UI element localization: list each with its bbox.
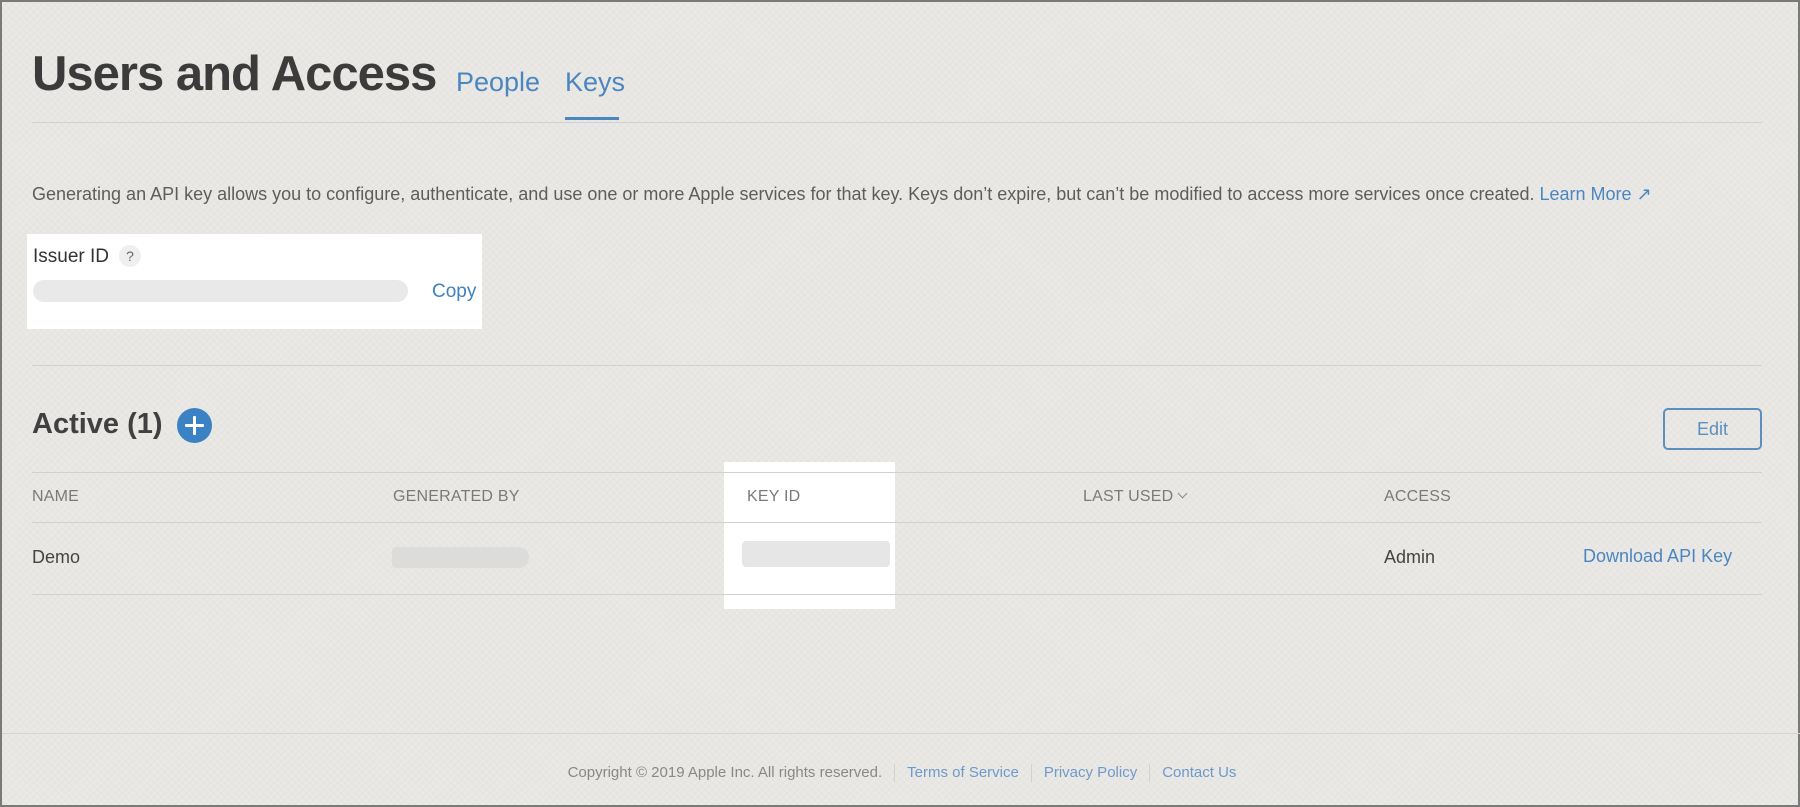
- row-name: Demo: [32, 547, 81, 567]
- table-top-divider: [32, 472, 1762, 473]
- section-divider: [32, 365, 1762, 366]
- learn-more-link[interactable]: Learn More ↗: [1540, 184, 1652, 204]
- row-access: Admin: [1384, 547, 1436, 567]
- table-bottom-divider: [32, 594, 1762, 595]
- column-header-last-used[interactable]: LAST USED: [1083, 488, 1188, 506]
- column-header-last-used-label: LAST USED: [1083, 488, 1174, 505]
- footer: Copyright © 2019 Apple Inc. All rights r…: [2, 764, 1800, 783]
- download-api-key-link[interactable]: Download API Key: [1583, 546, 1732, 567]
- footer-divider: [2, 733, 1800, 734]
- column-header-key-id: KEY ID: [747, 488, 801, 505]
- column-header-access: ACCESS: [1384, 488, 1451, 505]
- active-keys-heading: Active (1): [32, 408, 163, 440]
- key-id-column-highlight: [724, 462, 895, 609]
- copyright-text: Copyright © 2019 Apple Inc. All rights r…: [567, 764, 883, 781]
- active-tab-indicator: [565, 117, 619, 120]
- column-header-generated-by: GENERATED BY: [393, 488, 520, 505]
- issuer-id-label: Issuer ID: [33, 246, 110, 267]
- tab-keys[interactable]: Keys: [565, 67, 625, 98]
- edit-button[interactable]: Edit: [1663, 408, 1762, 450]
- chevron-down-icon: [1177, 488, 1188, 499]
- privacy-policy-link[interactable]: Privacy Policy: [1032, 764, 1149, 781]
- terms-of-service-link[interactable]: Terms of Service: [895, 764, 1031, 781]
- row-generated-by-redacted: [392, 547, 529, 568]
- help-icon[interactable]: ?: [119, 245, 141, 267]
- page-title: Users and Access: [32, 47, 437, 101]
- tab-people[interactable]: People: [456, 67, 540, 98]
- table-header-divider: [32, 522, 1762, 523]
- contact-us-link[interactable]: Contact Us: [1150, 764, 1248, 781]
- column-header-name: NAME: [32, 488, 80, 505]
- copy-issuer-id-button[interactable]: Copy: [432, 281, 476, 303]
- header-divider: [32, 122, 1762, 123]
- intro-text: Generating an API key allows you to conf…: [32, 184, 1652, 205]
- add-key-button[interactable]: [177, 408, 212, 443]
- row-key-id-redacted: [742, 541, 890, 567]
- issuer-id-value-redacted: [33, 280, 408, 302]
- issuer-id-panel: Issuer ID ? Copy: [27, 234, 482, 329]
- intro-description: Generating an API key allows you to conf…: [32, 184, 1535, 204]
